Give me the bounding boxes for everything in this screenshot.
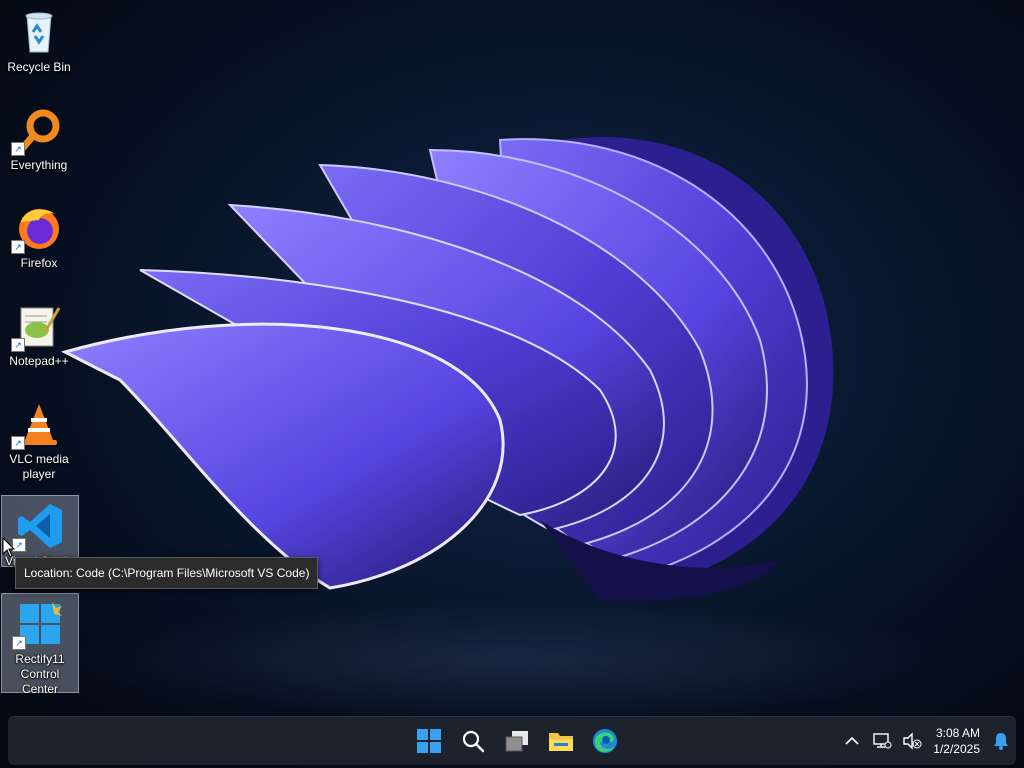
shortcut-arrow-icon: ↗ — [12, 636, 26, 650]
vlc-icon: ↗ — [11, 400, 63, 450]
show-hidden-icons-button[interactable] — [837, 721, 867, 761]
clock[interactable]: 3:08 AM 1/2/2025 — [927, 725, 986, 757]
edge-icon — [593, 729, 617, 753]
desktop-icon-vlc[interactable]: ↗ VLC media player — [1, 394, 77, 486]
shortcut-arrow-icon: ↗ — [11, 142, 25, 156]
task-view-button[interactable] — [501, 725, 533, 757]
desktop-icon-firefox[interactable]: ↗ Firefox — [1, 198, 77, 288]
shortcut-arrow-icon: ↗ — [11, 436, 25, 450]
desktop-icon-recycle-bin[interactable]: Recycle Bin — [1, 2, 77, 92]
desktop-icon-everything[interactable]: ↗ Everything — [1, 100, 77, 190]
search-icon — [462, 730, 485, 753]
taskbar-apps — [413, 717, 621, 765]
notepad-plus-plus-icon: ↗ — [11, 302, 63, 352]
desktop-icon-label: Everything — [10, 158, 68, 172]
search-button[interactable] — [457, 725, 489, 757]
shortcut-arrow-icon: ↗ — [11, 240, 25, 254]
volume-button[interactable] — [897, 721, 927, 761]
everything-search-icon: ↗ — [11, 106, 63, 156]
desktop-icon-label: Firefox — [20, 256, 58, 270]
task-view-icon — [505, 731, 528, 752]
desktop-icon-label: Rectify11 Control Center — [15, 652, 65, 696]
desktop-icon-label: VLC media player — [9, 452, 69, 481]
clock-time: 3:08 AM — [935, 726, 980, 740]
shortcut-arrow-icon: ↗ — [11, 338, 25, 352]
wallpaper — [0, 0, 1024, 768]
start-button[interactable] — [413, 725, 445, 757]
notifications-button[interactable] — [986, 721, 1016, 761]
wallpaper-bloom — [60, 136, 834, 601]
desktop-icon-label: Recycle Bin — [7, 60, 71, 74]
rectify11-icon: ↗ — [12, 600, 64, 650]
recycle-bin-icon — [15, 8, 63, 56]
mouse-cursor-icon — [2, 537, 16, 558]
clock-date: 1/2/2025 — [933, 742, 980, 756]
network-icon — [873, 733, 892, 749]
location-tooltip: Location: Code (C:\Program Files\Microso… — [15, 557, 319, 589]
notification-bell-icon — [994, 733, 1008, 750]
file-explorer-button[interactable] — [545, 725, 577, 757]
network-button[interactable] — [867, 721, 897, 761]
desktop-icon-notepad-plus-plus[interactable]: ↗ Notepad++ — [1, 296, 77, 386]
start-icon — [417, 729, 441, 753]
vscode-icon: ↗ — [12, 502, 64, 552]
volume-muted-icon — [903, 732, 922, 750]
desktop-icon-rectify11[interactable]: ↗ Rectify11 Control Center — [1, 593, 79, 696]
chevron-up-icon — [845, 736, 859, 745]
system-tray: 3:08 AM 1/2/2025 — [837, 717, 1016, 765]
desktop-icon-label: Notepad++ — [9, 354, 69, 368]
edge-button[interactable] — [589, 725, 621, 757]
taskbar: 3:08 AM 1/2/2025 — [8, 716, 1016, 765]
file-explorer-icon — [549, 733, 573, 751]
firefox-icon: ↗ — [11, 204, 63, 254]
